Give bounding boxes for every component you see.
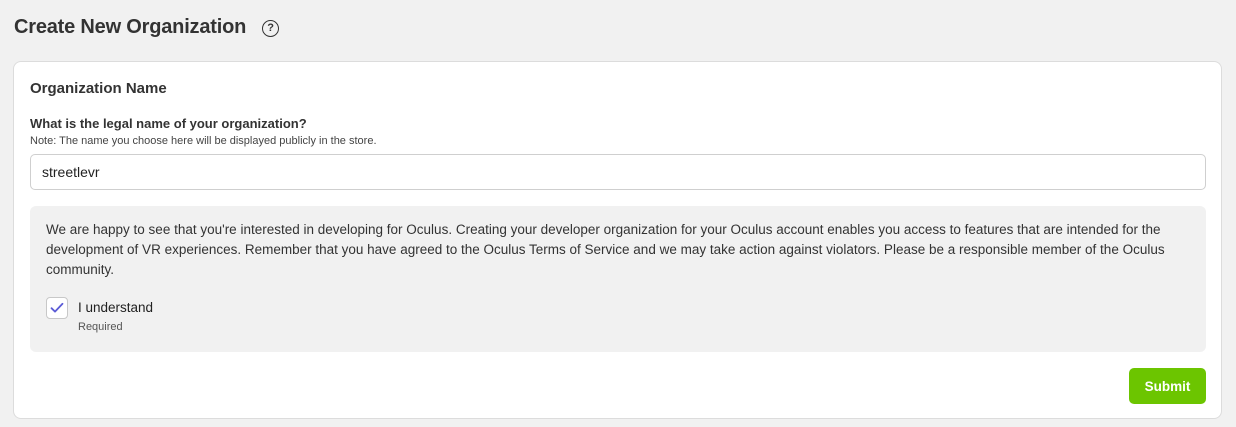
required-hint: Required: [78, 321, 123, 333]
organization-name-input[interactable]: [30, 154, 1206, 190]
understand-checkbox[interactable]: [46, 297, 68, 319]
terms-notice-box: We are happy to see that you're interest…: [30, 206, 1206, 352]
organization-name-note: Note: The name you choose here will be d…: [30, 135, 377, 147]
submit-button[interactable]: Submit: [1129, 368, 1206, 404]
organization-form-card: Organization Name What is the legal name…: [13, 61, 1222, 419]
question-circle-icon[interactable]: ?: [262, 20, 280, 37]
section-title: Organization Name: [30, 80, 167, 97]
organization-name-label: What is the legal name of your organizat…: [30, 116, 307, 131]
terms-notice-text: We are happy to see that you're interest…: [46, 222, 1165, 277]
page-title: Create New Organization: [14, 15, 247, 38]
checkmark-icon: [50, 302, 64, 313]
understand-checkbox-label[interactable]: I understand: [78, 300, 153, 315]
page-header: Create New Organization ?: [14, 12, 280, 42]
